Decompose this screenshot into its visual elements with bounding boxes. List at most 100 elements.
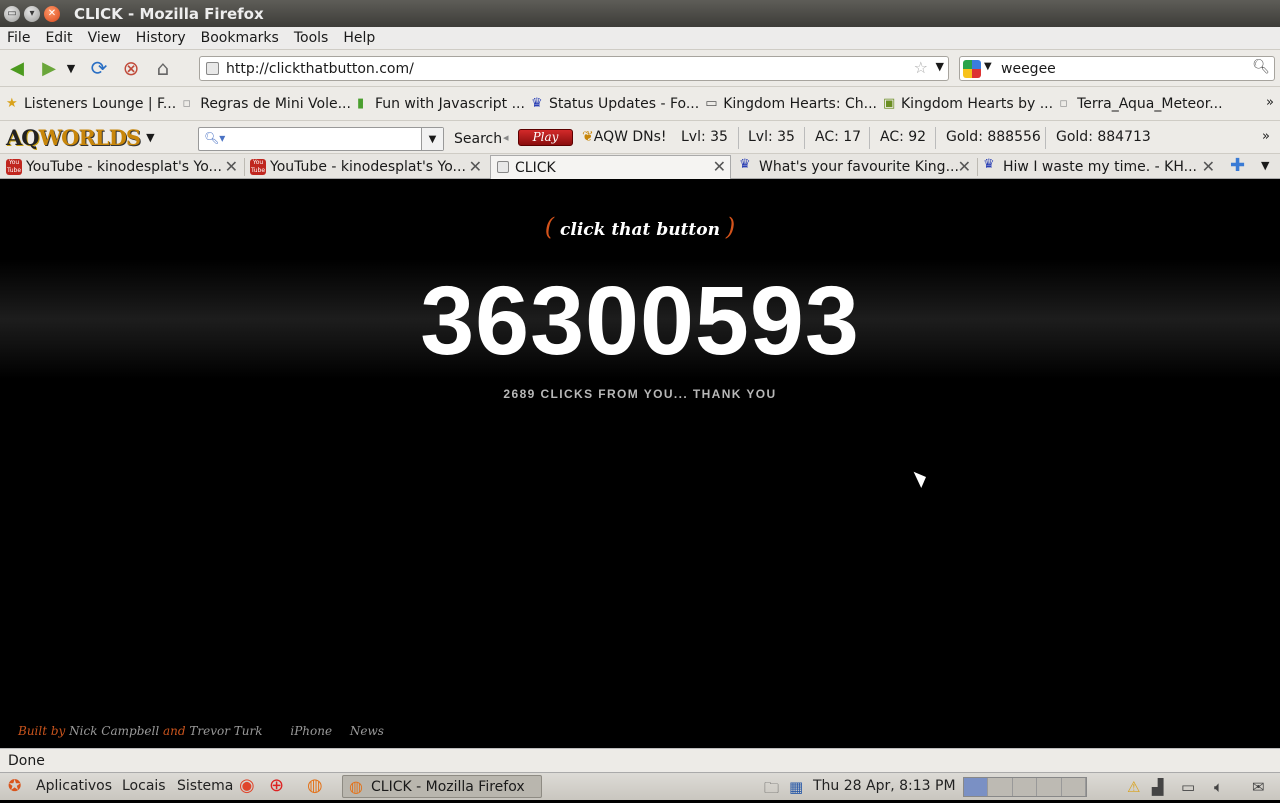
and-label: and [162,724,186,738]
engine-dropdown-icon[interactable]: ▼ [984,61,992,72]
warning-icon[interactable]: ⚠ [1127,778,1140,796]
iphone-link[interactable]: iPhone [290,724,332,738]
site-brand[interactable]: ( click that button ) [0,213,1280,241]
battery-icon[interactable]: ▭ [1181,778,1195,796]
places-menu[interactable]: Locais [122,778,166,794]
tab-kh-waste-time[interactable]: ♛ Hiw I waste my time. - KH... ✕ [979,156,1219,178]
play-button[interactable]: Play [518,129,573,146]
bookmarks-overflow-icon[interactable]: » [1266,95,1274,110]
crown-icon: ♛ [983,157,995,172]
bookmark-2[interactable]: ▮ Fun with Javascript ... [357,96,525,112]
new-tab-icon[interactable]: ✚ [1230,155,1245,176]
close-tab-icon[interactable]: ✕ [713,157,726,176]
toolbar-overflow-icon[interactable]: » [1262,129,1270,144]
bookmark-label: Terra_Aqua_Meteor... [1077,95,1223,112]
menu-file[interactable]: File [0,30,38,46]
click-counter[interactable]: 36300593 [0,265,1280,377]
tab-youtube-1[interactable]: You Tube YouTube - kinodesplat's Yo... ✕ [2,156,242,178]
news-link[interactable]: News [350,724,384,738]
star-icon: ★ [6,96,18,111]
forward-arrow-icon[interactable]: ▶ [36,55,62,81]
mail-icon[interactable]: ✉ [1252,778,1265,796]
maximize-button[interactable]: ▾ [24,5,40,22]
bookmark-label: Status Updates - Fo... [548,95,700,112]
tab-label: Hiw I waste my time. - KH... [1003,159,1197,175]
status-text: Done [8,752,45,769]
workspace-switcher[interactable] [963,777,1087,797]
page-icon: ▫ [182,96,192,111]
calendar-icon[interactable]: ▦ [789,778,803,796]
close-tab-icon[interactable]: ✕ [225,157,238,176]
stop-icon[interactable]: ⊗ [118,55,144,81]
bookmark-6[interactable]: ▫ Terra_Aqua_Meteor... [1059,96,1222,112]
chrome-launcher-icon[interactable]: ◉ [239,775,255,796]
minimize-button[interactable]: ▭ [4,5,20,22]
aqw-dns-button[interactable]: ❦AQW DNs! [582,129,667,145]
web-search-box[interactable]: ▼ weegee 🔍︎ [959,56,1275,81]
firefox-launcher-icon[interactable]: ◍ [307,775,323,796]
ubuntu-logo-icon[interactable]: ✪ [8,776,21,795]
crown-icon: ♛ [530,96,543,111]
menu-bookmarks[interactable]: Bookmarks [194,30,287,46]
menu-bar: File Edit View History Bookmarks Tools H… [0,27,1280,50]
tab-list-icon[interactable]: ▼ [1261,159,1269,172]
applications-menu[interactable]: Aplicativos [36,778,112,794]
search-icon[interactable]: 🔍︎ [1252,59,1270,75]
search-input[interactable]: weegee [1001,61,1056,77]
firefox-icon: ◍ [349,777,363,796]
help-launcher-icon[interactable]: ⊕ [269,775,284,796]
bookmark-star-icon[interactable]: ☆ [914,58,928,77]
close-tab-icon[interactable]: ✕ [469,157,482,176]
folder-icon[interactable]: 🗀 [764,778,779,803]
clicks-from-you: 2689 CLICKS FROM YOU... THANK YOU [503,387,777,401]
bookmark-5[interactable]: ▣ Kingdom Hearts by ... [883,96,1053,112]
aq-search-input[interactable]: 🔍︎▾ ▼ [198,127,444,151]
url-dropdown-icon[interactable]: ▼ [936,60,944,73]
volume-icon[interactable]: 🔈︎ [1214,778,1223,796]
close-window-button[interactable]: ✕ [44,5,60,22]
card-icon: ▭ [705,96,718,111]
page-footer: Built by Nick Campbell and Trevor Turk i… [18,724,384,738]
bars-icon: ▮ [356,96,365,111]
tab-click-active[interactable]: CLICK ✕ [490,155,731,179]
bookmark-0[interactable]: ★ Listeners Lounge | F... [6,96,176,112]
menu-tools[interactable]: Tools [287,30,337,46]
tab-label: What's your favourite King... [759,159,959,175]
bookmarks-toolbar: ★ Listeners Lounge | F... ▫ Regras de Mini … [0,87,1280,121]
author-link-nick[interactable]: Nick Campbell [69,724,159,738]
gold-stat: Gold: 888556 [946,129,1041,145]
menu-edit[interactable]: Edit [38,30,80,46]
bookmark-1[interactable]: ▫ Regras de Mini Vole... [182,96,351,112]
menu-view[interactable]: View [81,30,129,46]
author-link-trevor[interactable]: Trevor Turk [189,724,262,738]
url-bar[interactable]: http://clickthatbutton.com/ ☆ ▼ [199,56,949,81]
menu-help[interactable]: Help [336,30,383,46]
back-arrow-icon[interactable]: ◀ [4,55,30,81]
search-engine-icon[interactable] [963,60,981,78]
home-icon[interactable]: ⌂ [150,55,176,81]
history-dropdown-icon[interactable]: ▼ [62,55,80,81]
dragon-icon: ❦ [582,129,594,145]
network-icon[interactable]: ▟ [1152,778,1164,796]
aq-search-dropdown-icon[interactable]: ▼ [421,128,443,150]
page-icon [497,161,509,173]
aqworlds-logo: AQWORLDS [6,124,141,150]
close-tab-icon[interactable]: ✕ [958,157,971,176]
separator-icon: ◂ [503,131,509,144]
menu-history[interactable]: History [129,30,194,46]
tab-youtube-2[interactable]: You Tube YouTube - kinodesplat's Yo... ✕ [246,156,486,178]
url-text[interactable]: http://clickthatbutton.com/ [226,61,414,77]
tab-label: YouTube - kinodesplat's Yo... [270,159,466,175]
bookmark-3[interactable]: ♛ Status Updates - Fo... [531,96,699,112]
magnifier-icon: 🔍︎▾ [204,131,226,145]
reload-icon[interactable]: ⟳ [86,55,112,81]
logo-dropdown-icon[interactable]: ▼ [146,131,154,144]
system-menu[interactable]: Sistema [177,778,233,794]
clock[interactable]: Thu 28 Apr, 8:13 PM [813,778,956,794]
bookmark-4[interactable]: ▭ Kingdom Hearts: Ch... [705,96,877,112]
close-tab-icon[interactable]: ✕ [1202,157,1215,176]
page-content: ( click that button ) 36300593 2689 CLIC… [0,179,1280,748]
taskbar-button-firefox[interactable]: ◍ CLICK - Mozilla Firefox [342,775,542,798]
tab-kh-favourite[interactable]: ♛ What's your favourite King... ✕ [735,156,975,178]
aq-search-button[interactable]: Search [454,131,502,147]
